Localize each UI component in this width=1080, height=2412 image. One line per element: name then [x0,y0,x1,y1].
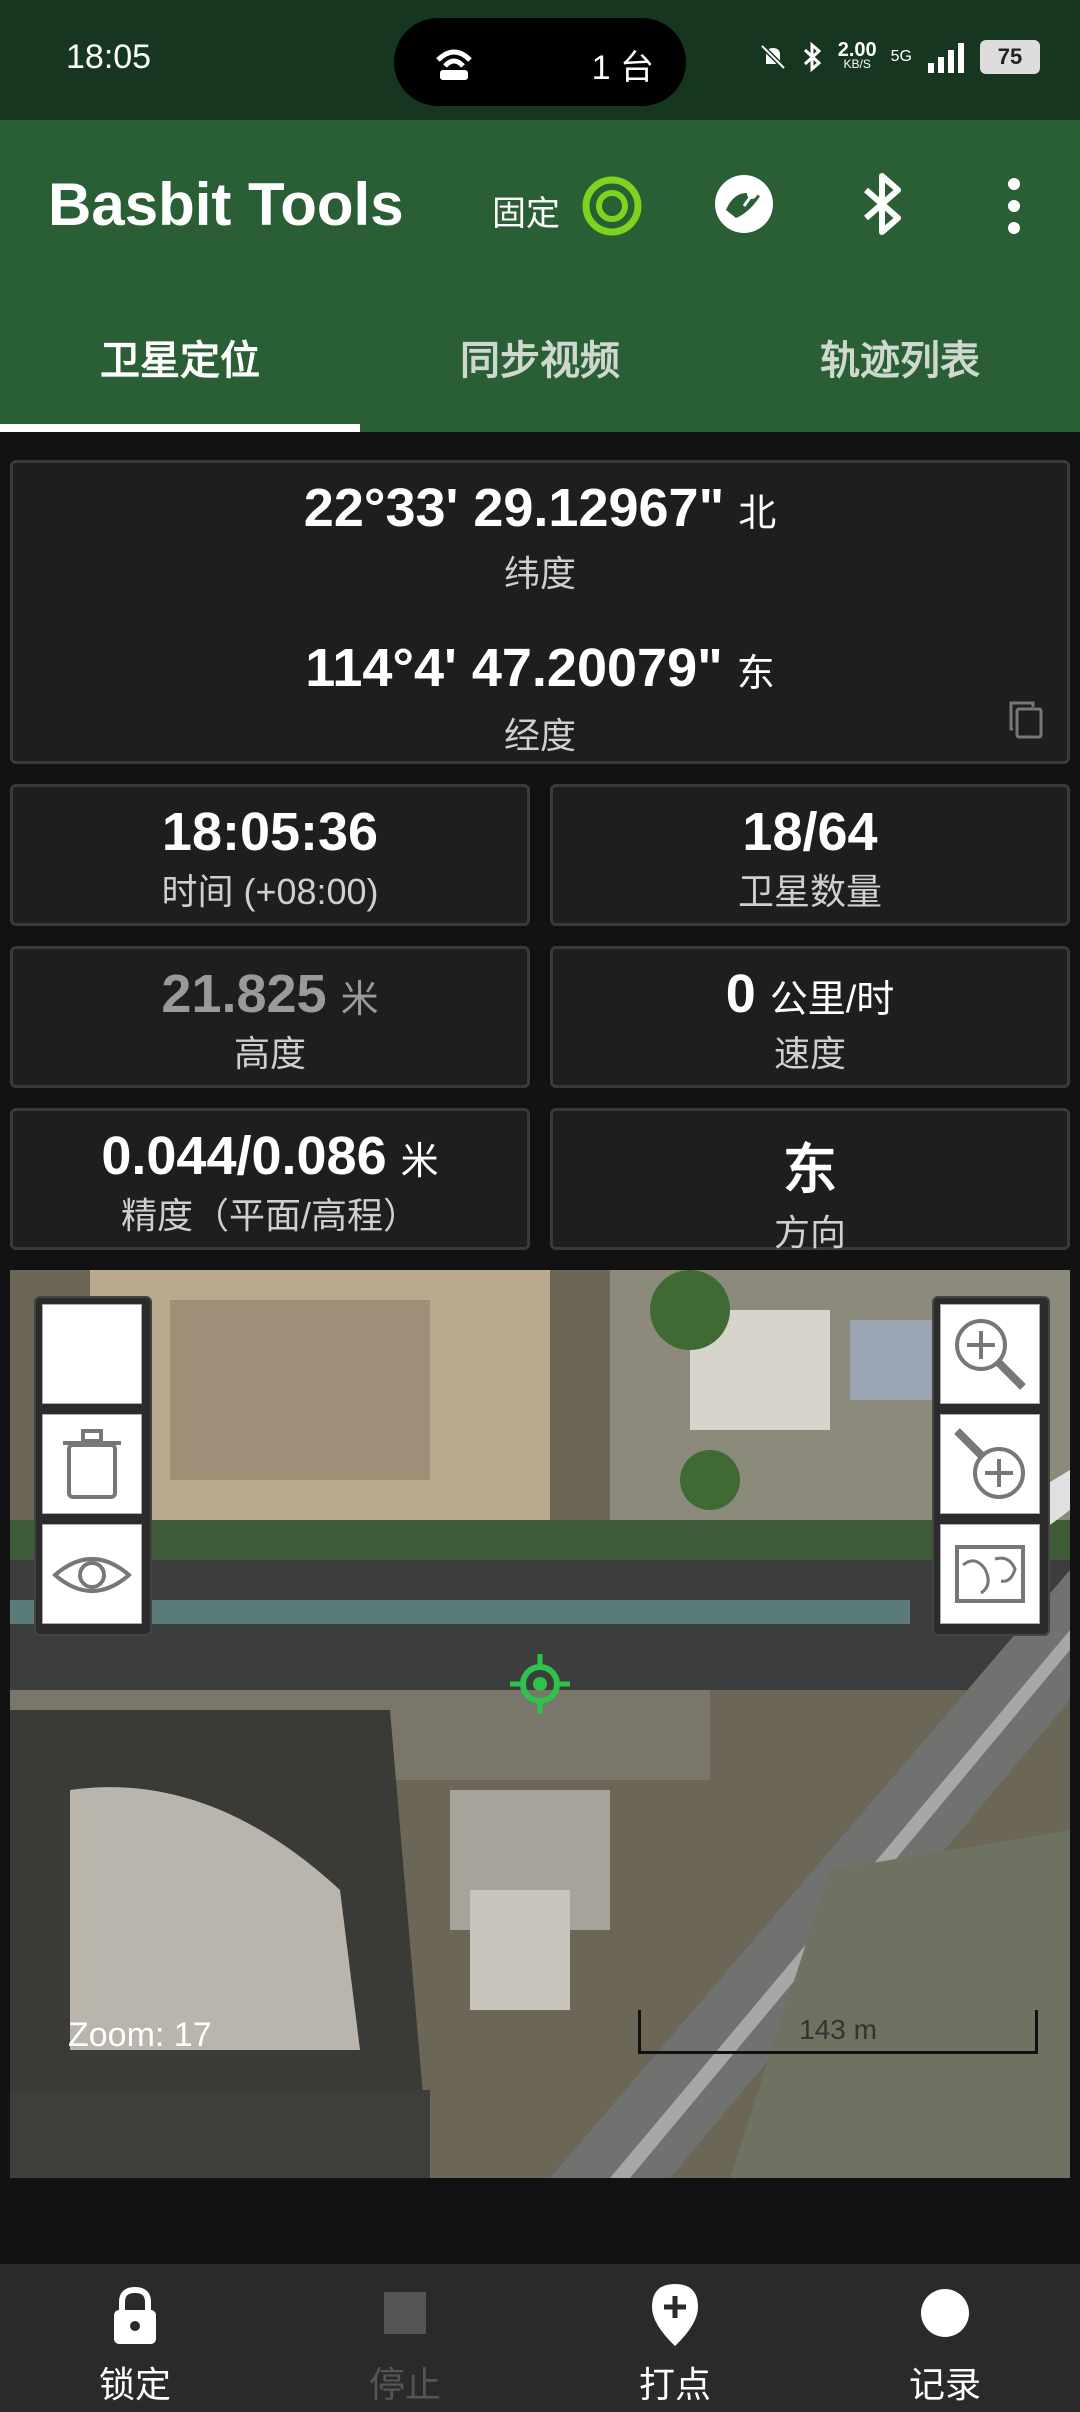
accuracy-card: 0.044/0.086 米 精度（平面/高程） [10,1108,530,1250]
time-card: 18:05:36 时间 (+08:00) [10,784,530,926]
hotspot-icon [436,49,472,80]
latitude-row: 22°33' 29.12967" 北 [13,477,1067,539]
longitude-row: 114°4' 47.20079" 东 [13,637,1067,699]
tab-bar: 卫星定位 同步视频 轨迹列表 [0,300,1080,432]
lock-button[interactable]: 锁定 [0,2264,270,2412]
time-value: 18:05:36 [161,802,379,862]
bluetooth-status-icon [803,41,821,73]
app-title: Basbit Tools [48,171,404,238]
map-layer-button[interactable] [940,1524,1040,1624]
signal-icon [928,43,964,73]
altitude-unit: 米 [340,979,379,1021]
mute-bell-icon [759,44,786,70]
direction-value: 东 [783,1140,837,1200]
scale-label: 143 m [799,2014,877,2045]
net-speed: 2.00 KB/S [837,39,877,71]
devices-count: 1 台 [591,49,654,87]
accuracy-row: 0.044/0.086 米 [13,1125,527,1187]
speed-unit: 公里/时 [769,979,895,1021]
zoom-out-button[interactable] [940,1414,1040,1514]
lock-icon [114,2286,156,2344]
accuracy-unit: 米 [400,1141,439,1183]
satellites-label: 卫星数量 [737,871,882,912]
accuracy-label: 精度（平面/高程） [120,1195,419,1236]
tab-indicator [0,424,360,432]
direction-card: 东 方向 [550,1108,1070,1253]
accuracy-value: 0.044/0.086 [101,1126,387,1186]
map-left-controls [34,1296,152,1636]
satellite-map[interactable]: Zoom: 17 143 m [10,1270,1070,2178]
zoom-out-icon [954,1428,1025,1499]
map-right-controls [932,1296,1050,1636]
altitude-row: 21.825 米 [13,963,527,1025]
add-point-button[interactable]: 打点 [540,2264,810,2412]
add-point-label: 打点 [638,2364,711,2405]
record-icon [921,2289,969,2337]
altitude-card: 21.825 米 高度 [10,946,530,1088]
coordinates-card: 22°33' 29.12967" 北 纬度 114°4' 47.20079" 东 经… [10,460,1070,764]
battery-indicator: 75 [980,40,1040,74]
network-type: 5G [890,48,912,65]
app-bar: Basbit Tools 固定 卫星定位 同步视频 轨迹列表 [0,120,1080,432]
net-speed-value: 2.00 [837,39,877,61]
trash-icon [63,1429,121,1499]
status-icons: 2.00 KB/S 5G 75 [758,40,1040,74]
speed-card: 0 公里/时 速度 [550,946,1070,1088]
bottom-navigation: 锁定 停止 打点 记录 [0,2264,1080,2412]
more-options-icon[interactable] [1000,176,1028,236]
satellites-value: 18/64 [742,802,878,862]
longitude-label: 经度 [503,715,576,756]
latitude-label: 纬度 [503,553,576,594]
record-label: 记录 [908,2364,981,2405]
tab-sync-video[interactable]: 同步视频 [360,300,720,432]
fixed-label: 固定 [492,195,560,233]
net-speed-unit: KB/S [843,57,871,71]
eye-icon [51,1557,133,1593]
satellites-card: 18/64 卫星数量 [550,784,1070,926]
satellite-dish-icon[interactable] [712,172,776,236]
speed-value: 0 [725,964,756,1024]
status-bar: 18:05 1 台 2.00 KB/S 5G 75 [0,0,1080,120]
zoom-in-button[interactable] [940,1304,1040,1404]
longitude-direction: 东 [736,653,775,695]
zoom-in-icon [955,1319,1026,1390]
latitude-value: 22°33' 29.12967" [303,478,725,538]
status-time: 18:05 [66,38,152,76]
dynamic-island: 1 台 [394,18,686,106]
fix-status-icon[interactable] [580,174,644,238]
stop-button[interactable]: 停止 [270,2264,540,2412]
time-label: 时间 (+08:00) [161,871,379,912]
location-crosshair-icon [510,1654,570,1714]
scale-bar: 143 m [638,2010,1038,2054]
map-layer-icon [955,1545,1025,1603]
speed-label: 速度 [773,1033,846,1074]
map-blank-button[interactable] [42,1304,142,1404]
direction-label: 方向 [773,1212,846,1253]
zoom-level: Zoom: 17 [68,2016,212,2054]
tab-satellite-positioning[interactable]: 卫星定位 [0,300,360,432]
speed-row: 0 公里/时 [553,963,1067,1025]
stop-icon [384,2292,426,2334]
latitude-direction: 北 [738,493,777,535]
stop-label: 停止 [368,2364,441,2405]
altitude-value: 21.825 [161,964,327,1024]
tab-track-list[interactable]: 轨迹列表 [720,300,1080,432]
record-button[interactable]: 记录 [810,2264,1080,2412]
map-visibility-button[interactable] [42,1524,142,1624]
altitude-label: 高度 [233,1033,306,1074]
copy-icon[interactable] [1007,699,1045,739]
longitude-value: 114°4' 47.20079" [305,638,723,698]
map-clear-button[interactable] [42,1414,142,1514]
lock-label: 锁定 [98,2364,171,2405]
add-pin-icon [652,2284,698,2346]
bluetooth-icon[interactable] [858,170,910,238]
